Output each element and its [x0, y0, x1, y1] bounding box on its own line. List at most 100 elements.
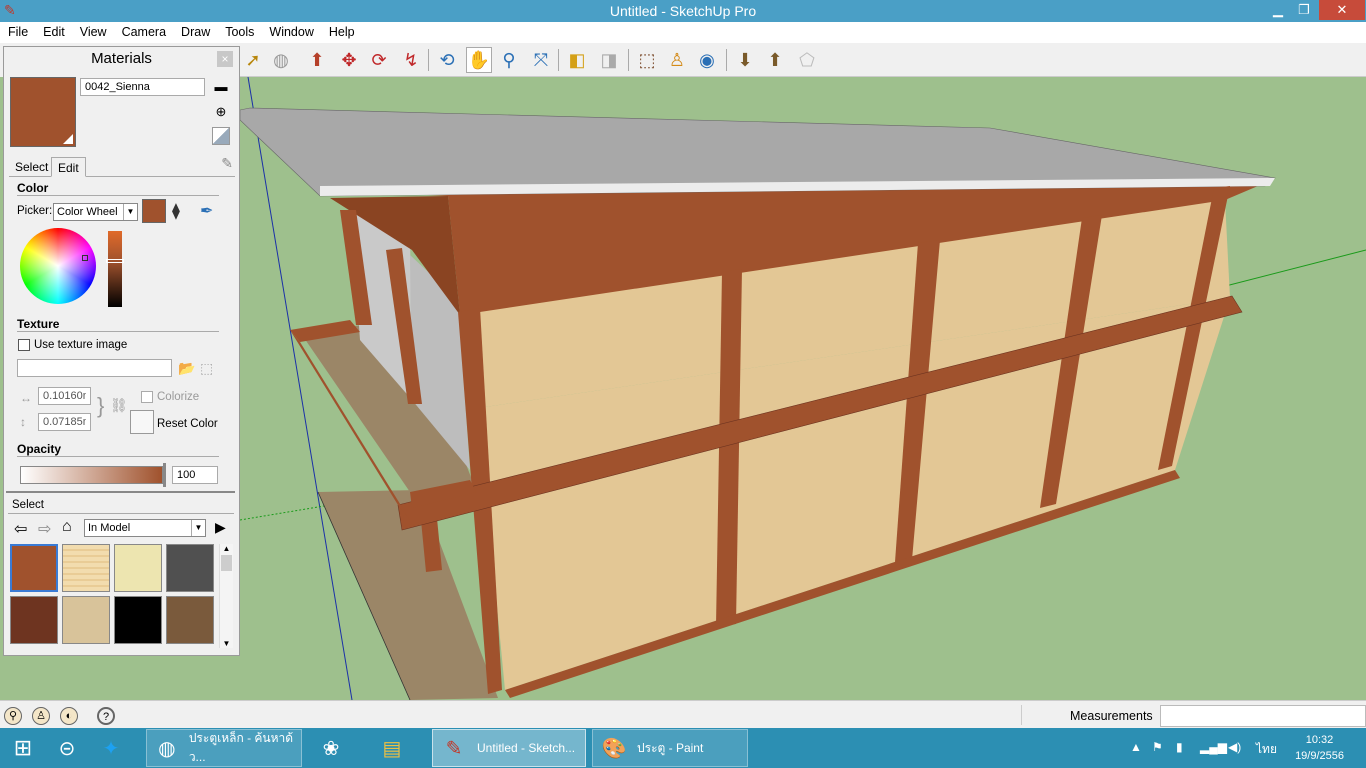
show-hidden-icons-icon[interactable]: ▲: [1130, 740, 1142, 754]
color-preview-swatch[interactable]: [142, 199, 166, 223]
battery-icon[interactable]: ▮: [1176, 740, 1183, 754]
flag-icon[interactable]: ⚑: [1152, 740, 1163, 754]
forward-arrow-icon[interactable]: ⇨: [38, 519, 51, 539]
pan-icon[interactable]: ✋: [466, 47, 492, 73]
edit-texture-icon[interactable]: ⬚: [200, 360, 213, 377]
orbit-icon[interactable]: ⟲: [434, 47, 460, 73]
opacity-slider[interactable]: [20, 466, 163, 484]
taskbar-item-explorer[interactable]: ▤: [378, 729, 414, 767]
start-button[interactable]: ⊞: [6, 729, 40, 767]
rotate-icon[interactable]: ⟳: [366, 47, 392, 73]
send-to-layout-icon[interactable]: ⬠: [794, 47, 820, 73]
zoom-extents-icon[interactable]: ⤧: [528, 47, 554, 73]
components-icon[interactable]: ⬚: [634, 47, 660, 73]
push-pull-icon[interactable]: ⬆: [304, 47, 330, 73]
material-swatch-brown[interactable]: [10, 596, 58, 644]
create-material-icon[interactable]: ⊕: [212, 103, 230, 121]
3d-viewport[interactable]: [240, 77, 1366, 700]
clock[interactable]: 10:32 19/9/2556: [1295, 732, 1344, 764]
taskbar-item-paw[interactable]: ❀: [318, 729, 352, 767]
toggle-secondary-pane-icon[interactable]: ▬: [212, 78, 230, 96]
measurements-input[interactable]: [1160, 705, 1366, 727]
back-arrow-icon[interactable]: ⇦: [14, 519, 27, 539]
texture-path-input[interactable]: [17, 359, 172, 377]
position-camera-icon[interactable]: ♙: [664, 47, 690, 73]
twitter-icon[interactable]: ✦: [94, 729, 128, 767]
menu-camera[interactable]: Camera: [114, 22, 173, 43]
default-material-icon[interactable]: [212, 127, 230, 145]
taskbar-app-icon[interactable]: ⊝: [50, 729, 84, 767]
scroll-up-icon[interactable]: ▲: [220, 544, 233, 553]
reset-color-label[interactable]: Reset Color: [157, 418, 218, 430]
restore-button[interactable]: ❐: [1290, 0, 1318, 20]
color-wheel[interactable]: [20, 228, 96, 304]
current-material-swatch[interactable]: [10, 77, 76, 147]
help-icon[interactable]: ?: [97, 707, 115, 725]
material-swatch-tan[interactable]: [62, 596, 110, 644]
opacity-slider-thumb[interactable]: [163, 463, 166, 487]
brightness-slider-knob[interactable]: [106, 259, 124, 263]
share-model-icon[interactable]: ⬆: [762, 47, 788, 73]
menu-view[interactable]: View: [72, 22, 114, 43]
material-swatch-wood-light[interactable]: [62, 544, 110, 592]
material-swatch-umber[interactable]: [166, 596, 214, 644]
menu-draw[interactable]: Draw: [173, 22, 217, 43]
brightness-slider[interactable]: [108, 231, 122, 307]
taskbar-item-chrome[interactable]: ◍ ประตูเหล็ก - ค้นหาด้ว...: [146, 729, 302, 767]
pane-splitter[interactable]: [6, 491, 235, 493]
opacity-value-input[interactable]: [172, 466, 218, 484]
picker-select[interactable]: Color Wheel ▼: [53, 203, 138, 221]
get-models-icon[interactable]: ⬇: [732, 47, 758, 73]
match-model-color-icon[interactable]: ⧫: [172, 201, 180, 221]
scroll-down-icon[interactable]: ▼: [220, 639, 233, 648]
material-swatch-dark-grey[interactable]: [166, 544, 214, 592]
details-arrow-icon[interactable]: ▶: [215, 519, 226, 536]
taskbar-item-sketchup[interactable]: ✎ Untitled - Sketch...: [432, 729, 586, 767]
network-icon[interactable]: ▂▄▆: [1200, 740, 1227, 754]
close-panel-button[interactable]: ×: [217, 51, 233, 67]
collection-select[interactable]: In Model ▼: [84, 519, 206, 537]
minimize-button[interactable]: ▁: [1264, 0, 1292, 20]
sign-in-icon[interactable]: ◐: [60, 707, 78, 725]
material-swatch-black[interactable]: [114, 596, 162, 644]
menu-file[interactable]: File: [0, 22, 35, 43]
texture-width-input[interactable]: [38, 387, 91, 405]
look-around-icon[interactable]: ◉: [694, 47, 720, 73]
scroll-thumb[interactable]: [221, 555, 232, 571]
tab-select[interactable]: Select: [9, 157, 54, 177]
geo-location-icon[interactable]: ⚲: [4, 707, 22, 725]
use-texture-checkbox[interactable]: [18, 339, 30, 351]
reset-color-swatch[interactable]: [130, 410, 154, 434]
home-icon[interactable]: ⌂: [62, 518, 72, 536]
volume-icon[interactable]: ◀): [1228, 740, 1241, 754]
texture-height-input[interactable]: [38, 413, 91, 431]
input-language[interactable]: ไทย: [1256, 740, 1277, 759]
colorize-checkbox[interactable]: [141, 391, 153, 403]
next-view-icon[interactable]: ◨: [596, 47, 622, 73]
taskbar-item-paint[interactable]: 🎨 ประตู - Paint: [592, 729, 748, 767]
move-icon[interactable]: ✥: [336, 47, 362, 73]
browse-folder-icon[interactable]: 📂: [178, 360, 195, 377]
menu-help[interactable]: Help: [321, 22, 362, 43]
paint-icon: 🎨: [601, 737, 627, 760]
tab-edit[interactable]: Edit: [51, 157, 86, 177]
sample-paint-icon[interactable]: ✎: [221, 155, 233, 172]
menu-window[interactable]: Window: [261, 22, 320, 43]
menu-edit[interactable]: Edit: [35, 22, 72, 43]
color-wheel-marker[interactable]: [82, 255, 88, 261]
credits-icon[interactable]: ♙: [32, 707, 50, 725]
lock-aspect-chain-icon[interactable]: ⛓: [110, 397, 128, 414]
match-screen-color-icon[interactable]: ✒: [200, 201, 213, 221]
material-swatch-cream[interactable]: [114, 544, 162, 592]
eraser-icon[interactable]: ◍: [268, 47, 294, 73]
material-name-field[interactable]: [80, 78, 205, 96]
previous-view-icon[interactable]: ◧: [564, 47, 590, 73]
swatch-scrollbar[interactable]: ▲ ▼: [219, 544, 233, 648]
select-icon[interactable]: ➚: [240, 47, 266, 73]
material-swatch-sienna[interactable]: [10, 544, 58, 592]
close-button[interactable]: ✕: [1319, 0, 1365, 20]
menu-tools[interactable]: Tools: [217, 22, 261, 43]
measurements-label: Measurements: [1070, 709, 1153, 723]
zoom-icon[interactable]: ⚲: [496, 47, 522, 73]
follow-me-icon[interactable]: ↯: [398, 47, 424, 73]
